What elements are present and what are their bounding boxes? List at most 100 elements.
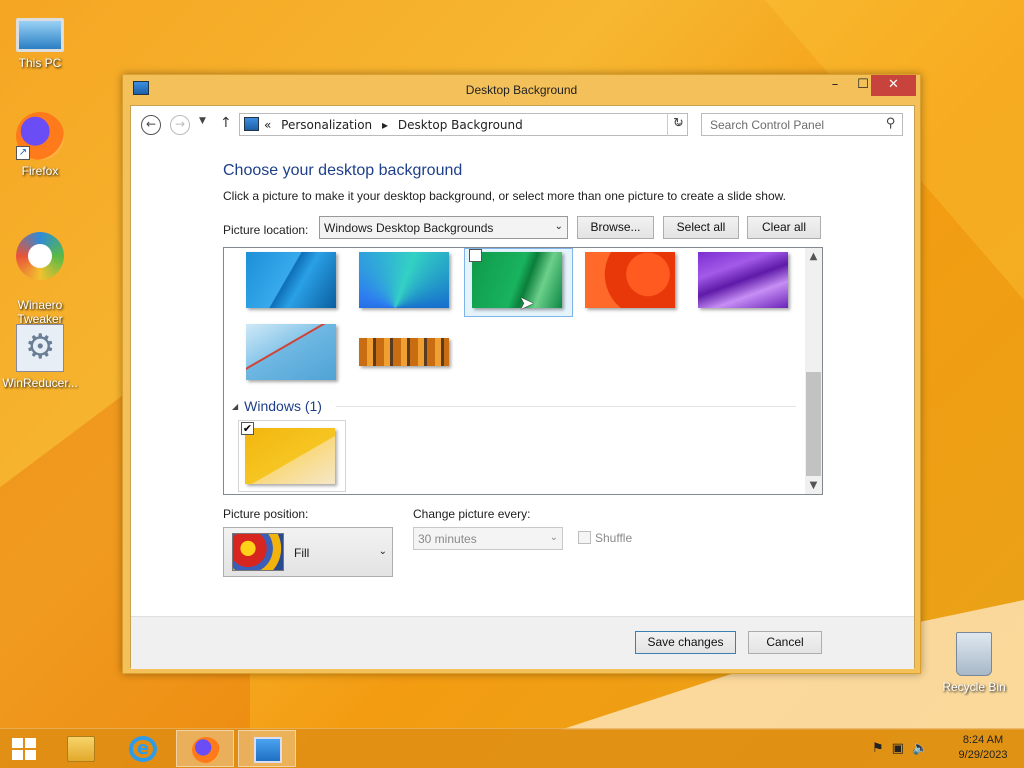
change-picture-select: 30 minutes ⌄ bbox=[413, 527, 563, 550]
thumbnail-checkbox[interactable] bbox=[469, 249, 482, 262]
breadcrumb: « Personalization ▸ Desktop Background bbox=[264, 118, 529, 132]
wallpaper-thumbnail[interactable] bbox=[359, 252, 449, 308]
picture-position-label: Picture position: bbox=[223, 507, 309, 521]
wallpaper-thumbnail[interactable] bbox=[359, 338, 449, 366]
wallpaper-thumbnail-selected[interactable] bbox=[245, 428, 335, 484]
mouse-cursor-icon: ➤ bbox=[519, 293, 535, 314]
address-bar[interactable]: « Personalization ▸ Desktop Background ⌄ bbox=[239, 113, 688, 136]
wallpaper-thumbnail[interactable] bbox=[585, 252, 675, 308]
desktop-icon-label: Winaero Tweaker bbox=[17, 298, 63, 326]
navigation-bar: ← → ▼ ↑ « Personalization ▸ Desktop Back… bbox=[131, 106, 914, 146]
picture-location-value: Windows Desktop Backgrounds bbox=[324, 221, 494, 235]
window-client-area: ← → ▼ ↑ « Personalization ▸ Desktop Back… bbox=[130, 105, 915, 669]
desktop-icon-firefox[interactable]: ↗ Firefox bbox=[0, 112, 80, 178]
up-button[interactable]: ↑ bbox=[220, 115, 232, 131]
minimize-button[interactable]: – bbox=[821, 75, 849, 96]
taskbar-firefox[interactable] bbox=[176, 730, 234, 767]
checkbox-box bbox=[578, 531, 591, 544]
wallpaper-thumbnail[interactable] bbox=[246, 324, 336, 380]
desktop-icon-recycle-bin[interactable]: Recycle Bin bbox=[934, 632, 1014, 694]
refresh-button[interactable]: ↻ bbox=[667, 113, 689, 136]
gear-icon bbox=[16, 324, 64, 372]
desktop-background-window: Desktop Background – ☐ ✕ ← → ▼ ↑ « Perso… bbox=[122, 74, 921, 674]
desktop-icon-label: Recycle Bin bbox=[942, 680, 1006, 694]
breadcrumb-prefix: « bbox=[264, 118, 272, 132]
change-picture-label: Change picture every: bbox=[413, 507, 531, 521]
search-input[interactable] bbox=[702, 114, 878, 135]
scrollbar-thumb[interactable] bbox=[806, 372, 821, 476]
group-header-windows[interactable]: ◢ Windows (1) bbox=[232, 398, 322, 414]
search-icon[interactable]: ⚲ bbox=[886, 116, 896, 131]
search-box: ⚲ bbox=[701, 113, 903, 136]
internet-explorer-icon: e bbox=[129, 736, 157, 762]
breadcrumb-separator-icon[interactable]: ▸ bbox=[382, 118, 388, 132]
group-label: Windows (1) bbox=[244, 398, 322, 414]
system-tray: ⚑▣🔈 bbox=[872, 741, 936, 756]
picture-location-label: Picture location: bbox=[223, 223, 309, 237]
thumbnail-checkbox-checked[interactable]: ✔ bbox=[241, 422, 254, 435]
recent-locations-dropdown[interactable]: ▼ bbox=[199, 116, 206, 126]
wallpaper-thumbnail[interactable] bbox=[698, 252, 788, 308]
position-preview-image bbox=[232, 533, 284, 571]
save-changes-button[interactable]: Save changes bbox=[635, 631, 736, 654]
taskbar-control-panel[interactable] bbox=[238, 730, 296, 767]
browse-button[interactable]: Browse... bbox=[577, 216, 654, 239]
clear-all-button[interactable]: Clear all bbox=[747, 216, 821, 239]
chevron-down-icon: ⌄ bbox=[549, 532, 558, 543]
volume-muted-icon[interactable]: 🔈 bbox=[912, 741, 936, 756]
taskbar-file-explorer[interactable] bbox=[52, 730, 110, 767]
collapse-triangle-icon[interactable]: ◢ bbox=[232, 402, 238, 411]
firefox-icon: ↗ bbox=[16, 112, 64, 160]
scroll-down-icon[interactable]: ▼ bbox=[805, 477, 822, 494]
computer-icon bbox=[16, 18, 64, 52]
desktop-icon-label: This PC bbox=[18, 56, 62, 70]
desktop-icon-winreducer[interactable]: WinReducer... bbox=[0, 324, 80, 390]
winaero-tweaker-icon bbox=[16, 232, 64, 280]
desktop-icon-winaero-tweaker[interactable]: Winaero Tweaker bbox=[0, 218, 80, 340]
breadcrumb-item-desktop-background[interactable]: Desktop Background bbox=[398, 118, 523, 132]
cancel-button[interactable]: Cancel bbox=[748, 631, 822, 654]
windows-logo-pane bbox=[25, 750, 36, 760]
scroll-up-icon[interactable]: ▲ bbox=[805, 248, 822, 265]
forward-button[interactable]: → bbox=[170, 115, 190, 135]
network-icon[interactable]: ▣ bbox=[892, 741, 912, 756]
picture-list: ◢ Windows (1) ✔ ➤ ▲ ▼ bbox=[223, 247, 823, 495]
control-panel-icon bbox=[254, 737, 282, 763]
taskbar: e ⚑▣🔈 8:24 AM 9/29/2023 bbox=[0, 728, 1024, 768]
taskbar-internet-explorer[interactable]: e bbox=[114, 730, 172, 767]
title-bar[interactable]: Desktop Background – ☐ ✕ bbox=[123, 75, 920, 105]
select-all-button[interactable]: Select all bbox=[663, 216, 739, 239]
page-description: Click a picture to make it your desktop … bbox=[223, 189, 786, 203]
picture-position-value: Fill bbox=[294, 546, 310, 560]
change-picture-value: 30 minutes bbox=[418, 532, 477, 546]
shuffle-label: Shuffle bbox=[595, 531, 633, 545]
chevron-down-icon: ⌄ bbox=[554, 221, 563, 232]
close-button[interactable]: ✕ bbox=[871, 75, 916, 96]
folder-icon bbox=[67, 736, 95, 762]
vertical-scrollbar[interactable]: ▲ ▼ bbox=[805, 248, 822, 494]
recycle-bin-icon bbox=[956, 632, 992, 676]
firefox-icon bbox=[192, 737, 220, 763]
clock[interactable]: 8:24 AM 9/29/2023 bbox=[948, 733, 1018, 763]
start-button[interactable] bbox=[12, 738, 38, 762]
breadcrumb-item-personalization[interactable]: Personalization bbox=[281, 118, 372, 132]
picture-location-select[interactable]: Windows Desktop Backgrounds ⌄ bbox=[319, 216, 568, 239]
clock-date: 9/29/2023 bbox=[958, 749, 1008, 761]
page-title: Choose your desktop background bbox=[223, 162, 463, 179]
control-panel-icon bbox=[244, 117, 259, 131]
shortcut-arrow-icon: ↗ bbox=[16, 146, 30, 160]
picture-position-select[interactable]: Fill ⌄ bbox=[223, 527, 393, 577]
windows-logo-pane bbox=[12, 738, 23, 748]
windows-logo-pane bbox=[12, 750, 23, 760]
back-button[interactable]: ← bbox=[141, 115, 161, 135]
clock-time: 8:24 AM bbox=[962, 734, 1004, 746]
desktop-icon-this-pc[interactable]: This PC bbox=[0, 10, 80, 70]
wallpaper-thumbnail[interactable] bbox=[472, 252, 562, 308]
windows-logo-pane bbox=[25, 738, 36, 748]
group-divider bbox=[336, 406, 796, 407]
chevron-down-icon: ⌄ bbox=[378, 546, 387, 557]
shuffle-checkbox: Shuffle bbox=[578, 531, 632, 545]
flag-icon[interactable]: ⚑ bbox=[872, 741, 892, 756]
desktop-icon-label: WinReducer... bbox=[2, 376, 78, 390]
wallpaper-thumbnail[interactable] bbox=[246, 252, 336, 308]
